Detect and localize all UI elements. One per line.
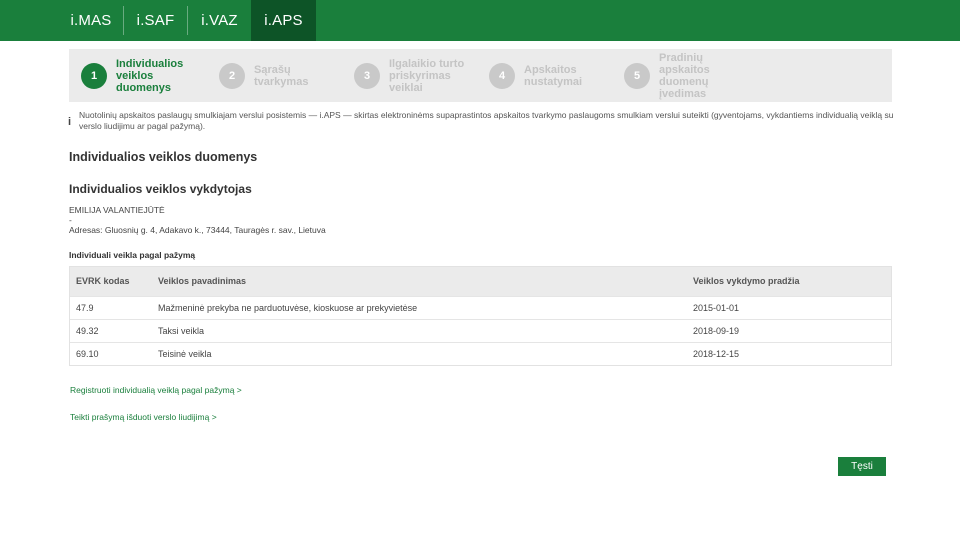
tab-label: i.MAS bbox=[70, 12, 112, 29]
start-date: 2018-12-15 bbox=[693, 349, 740, 359]
start-date: 2015-01-01 bbox=[693, 303, 740, 313]
step-number: 1 bbox=[81, 62, 107, 89]
step-number: 4 bbox=[489, 62, 515, 89]
step-label: Individualios veiklos duomenys bbox=[116, 57, 184, 94]
start-date: 2018-09-19 bbox=[693, 326, 740, 336]
step-number: 2 bbox=[219, 62, 245, 89]
activity-name: Mažmeninė prekyba ne parduotuvėse, kiosk… bbox=[158, 303, 418, 313]
register-activity-link[interactable]: Registruoti individualią veiklą pagal pa… bbox=[70, 385, 242, 395]
column-header-start-date: Veiklos vykdymo pradžia bbox=[693, 276, 800, 286]
column-header-activity: Veiklos pavadinimas bbox=[158, 276, 247, 286]
info-icon: i bbox=[68, 116, 72, 128]
page-title: Individualios veiklos duomenys bbox=[69, 150, 258, 164]
evrk-code: 49.32 bbox=[76, 326, 99, 336]
tab-iaps[interactable]: i.APS bbox=[251, 0, 316, 41]
person-name: EMILIJA VALANTIEJŪTĖ bbox=[69, 205, 165, 215]
tab-imas[interactable]: i.MAS bbox=[60, 0, 122, 41]
continue-button[interactable]: Tęsti bbox=[838, 457, 886, 476]
table-row: 47.9 Mažmeninė prekyba ne parduotuvėse, … bbox=[70, 296, 891, 319]
step-1[interactable]: 1 Individualios veiklos duomenys bbox=[81, 49, 200, 102]
tab-ivaz[interactable]: i.VAZ bbox=[188, 0, 251, 41]
table-title: Individuali veikla pagal pažymą bbox=[69, 250, 196, 260]
wizard-steps: 1 Individualios veiklos duomenys 2 Sąraš… bbox=[69, 49, 892, 102]
step-label: Sąrašų tvarkymas bbox=[254, 63, 309, 88]
step-2[interactable]: 2 Sąrašų tvarkymas bbox=[219, 49, 324, 102]
person-dash: - bbox=[69, 215, 72, 225]
evrk-code: 69.10 bbox=[76, 349, 99, 359]
step-number: 5 bbox=[624, 62, 650, 89]
request-certificate-link[interactable]: Teikti prašymą išduoti verslo liudijimą … bbox=[70, 412, 217, 422]
step-3[interactable]: 3 Ilgalaikio turto priskyrimas veiklai bbox=[354, 49, 477, 102]
intro-notice: Nuotolinių apskaitos paslaugų smulkiajam… bbox=[79, 110, 894, 131]
step-label: Ilgalaikio turto priskyrimas veiklai bbox=[389, 57, 465, 94]
step-number: 3 bbox=[354, 62, 380, 89]
tab-label: i.VAZ bbox=[201, 12, 238, 29]
table-header-row: EVRK kodas Veiklos pavadinimas Veiklos v… bbox=[70, 267, 891, 296]
person-address: Adresas: Gluosnių g. 4, Adakavo k., 7344… bbox=[69, 225, 326, 235]
activity-name: Teisinė veikla bbox=[158, 349, 212, 359]
table-row: 69.10 Teisinė veikla 2018-12-15 bbox=[70, 342, 891, 365]
step-4[interactable]: 4 Apskaitos nustatymai bbox=[489, 49, 596, 102]
tab-label: i.APS bbox=[264, 12, 303, 29]
step-label: Pradinių apskaitos duomenų įvedimas bbox=[659, 51, 710, 100]
activity-name: Taksi veikla bbox=[158, 326, 205, 336]
step-label: Apskaitos nustatymai bbox=[524, 63, 583, 88]
table-row: 49.32 Taksi veikla 2018-09-19 bbox=[70, 319, 891, 342]
evrk-code: 47.9 bbox=[76, 303, 94, 313]
section-title: Individualios veiklos vykdytojas bbox=[69, 182, 252, 196]
tab-label: i.SAF bbox=[136, 12, 175, 29]
tab-isaf[interactable]: i.SAF bbox=[124, 0, 187, 41]
column-header-evrk: EVRK kodas bbox=[76, 276, 130, 286]
top-navigation: i.MAS i.SAF i.VAZ i.APS bbox=[0, 0, 960, 41]
activities-table: EVRK kodas Veiklos pavadinimas Veiklos v… bbox=[69, 266, 892, 366]
step-5[interactable]: 5 Pradinių apskaitos duomenų įvedimas bbox=[624, 49, 719, 102]
